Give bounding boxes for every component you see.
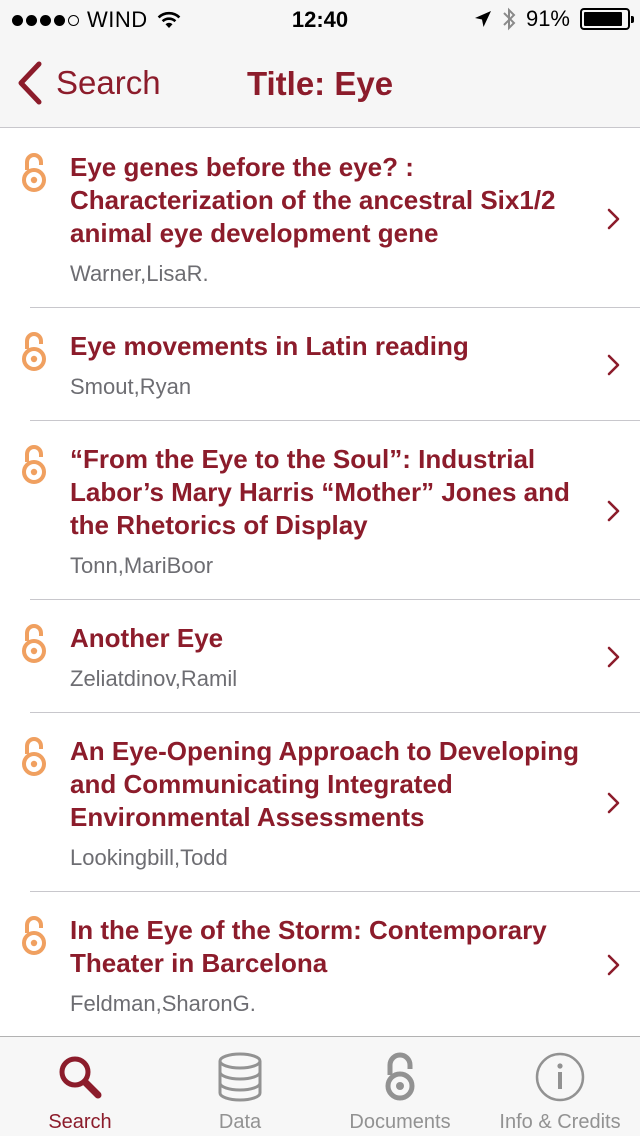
result-row[interactable]: Eye genes before the eye? : Characteriza… [0,129,640,308]
open-access-icon [22,332,46,371]
result-title: “From the Eye to the Soul”: Industrial L… [70,444,570,540]
open-access-icon [22,737,46,776]
open-access-icon [22,624,46,663]
result-row[interactable]: “From the Eye to the Soul”: Industrial L… [0,421,640,600]
open-access-icon [22,916,46,955]
result-author: Feldman,SharonG. [70,991,256,1016]
result-row[interactable]: An Eye-Opening Approach to Developing an… [0,713,640,892]
open-access-icon [385,1052,415,1101]
info-icon [535,1052,585,1102]
tab-search-label: Search [48,1111,112,1133]
database-icon [218,1052,262,1102]
result-author: Lookingbill,Todd [70,845,228,870]
tab-bar: Search Data Documents Info & Credits [0,1036,640,1136]
tab-documents-label: Documents [349,1111,451,1133]
open-access-icon [22,445,46,484]
tab-info-credits[interactable]: Info & Credits [480,1037,640,1136]
battery-level [584,12,623,26]
open-access-icon [22,153,46,192]
result-author: Warner,LisaR. [70,261,209,286]
battery-icon [580,8,634,30]
tab-documents[interactable]: Documents [320,1037,480,1136]
chevron-right-icon [607,500,620,521]
result-row[interactable]: Eye movements in Latin reading Smout,Ryan [0,308,640,421]
result-title: Eye movements in Latin reading [70,331,469,361]
result-row[interactable]: Another Eye Zeliatdinov,Ramil [0,600,640,713]
chevron-right-icon [607,792,620,813]
result-author: Smout,Ryan [70,374,192,399]
status-bar: WIND 12:40 91% [0,0,640,40]
result-author: Zeliatdinov,Ramil [70,666,238,691]
chevron-right-icon [607,354,620,375]
tab-data-label: Data [218,1111,262,1133]
chevron-right-icon [607,954,620,976]
page-title: Title: Eye [246,65,394,102]
location-arrow-icon [474,11,491,27]
result-row[interactable]: In the Eye of the Storm: Contemporary Th… [0,892,640,1036]
app-screen: WIND 12:40 91% Search Title: Eye Eye gen… [0,0,640,1136]
tab-info-credits-label: Info & Credits [499,1111,621,1133]
navigation-bar: Search Title: Eye [0,40,640,128]
search-icon [59,1056,102,1099]
battery-percentage: 91% [525,6,570,31]
result-title: Eye genes before the eye? : Characteriza… [70,152,556,248]
chevron-right-icon [607,646,620,667]
result-title: In the Eye of the Storm: Contemporary Th… [70,915,547,978]
result-author: Tonn,MariBoor [70,553,214,578]
bluetooth-icon [503,7,516,31]
tab-search[interactable]: Search [0,1037,160,1136]
chevron-right-icon [607,208,620,229]
result-title: Another Eye [70,623,224,653]
status-right: 91% [474,6,634,32]
tab-data[interactable]: Data [160,1037,320,1136]
results-list: Eye genes before the eye? : Characteriza… [0,129,640,1036]
result-title: An Eye-Opening Approach to Developing an… [70,736,579,832]
